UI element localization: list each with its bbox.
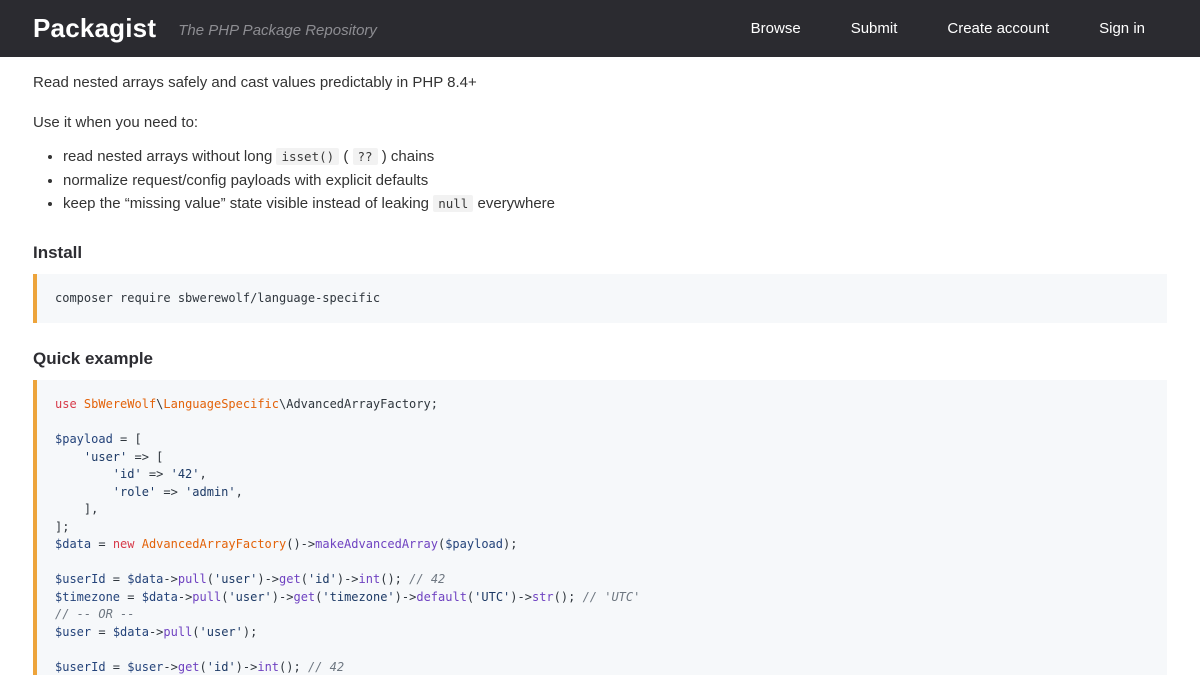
inline-code: ??: [353, 148, 378, 165]
nav-sign-in[interactable]: Sign in: [1099, 20, 1145, 37]
readme-content: Read nested arrays safely and cast value…: [0, 74, 1200, 675]
inline-code: null: [433, 195, 473, 212]
install-code-block: composer require sbwerewolf/language-spe…: [33, 274, 1167, 324]
use-case-item: read nested arrays without long isset() …: [63, 145, 1167, 169]
inline-code: isset(): [276, 148, 339, 165]
use-case-list: read nested arrays without long isset() …: [33, 145, 1167, 216]
nav-browse[interactable]: Browse: [751, 20, 801, 37]
nav-submit[interactable]: Submit: [851, 20, 898, 37]
header-nav: Browse Submit Create account Sign in: [751, 20, 1145, 38]
use-case-item: normalize request/config payloads with e…: [63, 169, 1167, 193]
header: Packagist The PHP Package Repository Bro…: [0, 0, 1200, 57]
readme-use-when: Use it when you need to:: [33, 114, 1167, 131]
site-tagline: The PHP Package Repository: [178, 22, 377, 39]
quick-example-heading: Quick example: [33, 349, 1167, 369]
packagist-logo[interactable]: Packagist: [33, 13, 156, 44]
readme-intro: Read nested arrays safely and cast value…: [33, 74, 1167, 91]
example-code-block: use SbWereWolf\LanguageSpecific\Advanced…: [33, 380, 1167, 675]
nav-create-account[interactable]: Create account: [947, 20, 1049, 37]
install-heading: Install: [33, 243, 1167, 263]
use-case-item: keep the “missing value” state visible i…: [63, 192, 1167, 216]
